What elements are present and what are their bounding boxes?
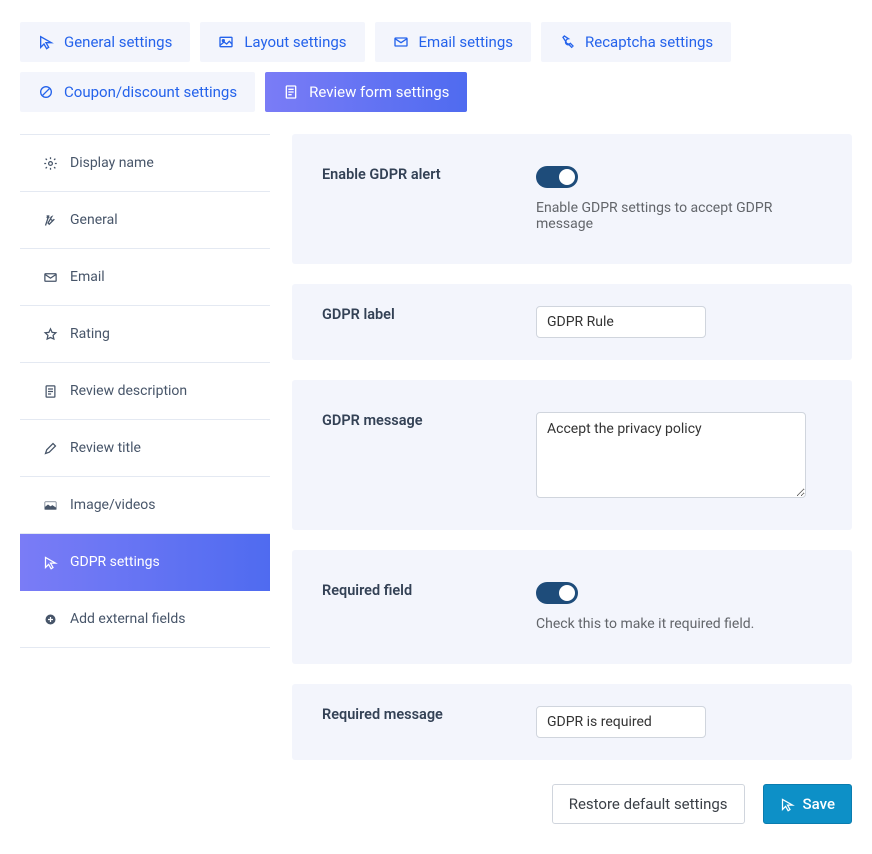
slash-circle-icon bbox=[38, 84, 54, 100]
cursor-icon bbox=[38, 34, 54, 50]
tab-recaptcha-settings[interactable]: Recaptcha settings bbox=[541, 22, 731, 62]
sidebar: Display name General bbox=[20, 134, 270, 824]
image-icon bbox=[218, 34, 234, 50]
tab-label: Review form settings bbox=[309, 83, 449, 101]
form-icon bbox=[283, 84, 299, 100]
sidebar-item-gdpr-settings[interactable]: GDPR settings bbox=[20, 534, 270, 591]
sidebar-item-image-videos[interactable]: Image/videos bbox=[20, 477, 270, 534]
tab-label: Email settings bbox=[419, 33, 513, 51]
button-label: Save bbox=[803, 795, 835, 813]
sidebar-item-label: Review description bbox=[70, 383, 187, 399]
mail-icon bbox=[393, 34, 409, 50]
tab-layout-settings[interactable]: Layout settings bbox=[200, 22, 364, 62]
tab-coupon-discount-settings[interactable]: Coupon/discount settings bbox=[20, 72, 255, 112]
button-label: Restore default settings bbox=[569, 795, 728, 813]
field-gdpr-label: GDPR label bbox=[292, 284, 852, 360]
tab-general-settings[interactable]: General settings bbox=[20, 22, 190, 62]
field-label: Enable GDPR alert bbox=[322, 166, 512, 232]
tab-label: Coupon/discount settings bbox=[64, 83, 237, 101]
mail-icon bbox=[42, 269, 58, 285]
media-icon bbox=[42, 497, 58, 513]
required-field-toggle[interactable] bbox=[536, 582, 578, 604]
plus-circle-icon bbox=[42, 611, 58, 627]
sidebar-item-label: General bbox=[70, 212, 118, 228]
tab-label: Recaptcha settings bbox=[585, 33, 713, 51]
enable-gdpr-toggle[interactable] bbox=[536, 166, 578, 188]
sidebar-item-review-title[interactable]: Review title bbox=[20, 420, 270, 477]
pencil-icon bbox=[42, 440, 58, 456]
cursor-icon bbox=[42, 554, 58, 570]
field-label: GDPR label bbox=[322, 306, 512, 338]
tab-label: Layout settings bbox=[244, 33, 346, 51]
gdpr-message-textarea[interactable] bbox=[536, 412, 806, 498]
sidebar-item-label: Email bbox=[70, 269, 105, 285]
sidebar-item-review-description[interactable]: Review description bbox=[20, 363, 270, 420]
wrench-icon bbox=[559, 34, 575, 50]
form-area: Enable GDPR alert Enable GDPR settings t… bbox=[292, 134, 852, 824]
footer-buttons: Restore default settings Save bbox=[292, 784, 852, 824]
tools-icon bbox=[42, 212, 58, 228]
sidebar-item-general[interactable]: General bbox=[20, 192, 270, 249]
save-icon bbox=[780, 797, 795, 812]
sidebar-item-label: GDPR settings bbox=[70, 554, 160, 570]
sidebar-item-add-external-fields[interactable]: Add external fields bbox=[20, 591, 270, 648]
field-label: GDPR message bbox=[322, 412, 512, 498]
field-gdpr-message: GDPR message bbox=[292, 380, 852, 530]
sidebar-item-email[interactable]: Email bbox=[20, 249, 270, 306]
sidebar-item-label: Add external fields bbox=[70, 611, 185, 627]
tab-email-settings[interactable]: Email settings bbox=[375, 22, 531, 62]
sidebar-item-label: Review title bbox=[70, 440, 141, 456]
sidebar-item-label: Display name bbox=[70, 155, 154, 171]
gear-icon bbox=[42, 155, 58, 171]
gdpr-label-input[interactable] bbox=[536, 306, 706, 338]
field-label: Required field bbox=[322, 582, 512, 632]
helper-text: Enable GDPR settings to accept GDPR mess… bbox=[536, 200, 822, 232]
helper-text: Check this to make it required field. bbox=[536, 616, 822, 632]
field-required-field: Required field Check this to make it req… bbox=[292, 550, 852, 664]
tab-review-form-settings[interactable]: Review form settings bbox=[265, 72, 467, 112]
restore-defaults-button[interactable]: Restore default settings bbox=[552, 784, 745, 824]
document-icon bbox=[42, 383, 58, 399]
tab-label: General settings bbox=[64, 33, 172, 51]
save-button[interactable]: Save bbox=[763, 784, 852, 824]
field-label: Required message bbox=[322, 706, 512, 738]
sidebar-item-rating[interactable]: Rating bbox=[20, 306, 270, 363]
sidebar-item-display-name[interactable]: Display name bbox=[20, 134, 270, 192]
field-enable-gdpr-alert: Enable GDPR alert Enable GDPR settings t… bbox=[292, 134, 852, 264]
star-icon bbox=[42, 326, 58, 342]
field-required-message: Required message bbox=[292, 684, 852, 760]
sidebar-item-label: Rating bbox=[70, 326, 110, 342]
sidebar-item-label: Image/videos bbox=[70, 497, 155, 513]
top-tabs: General settings Layout settings Email s… bbox=[20, 22, 852, 112]
required-message-input[interactable] bbox=[536, 706, 706, 738]
